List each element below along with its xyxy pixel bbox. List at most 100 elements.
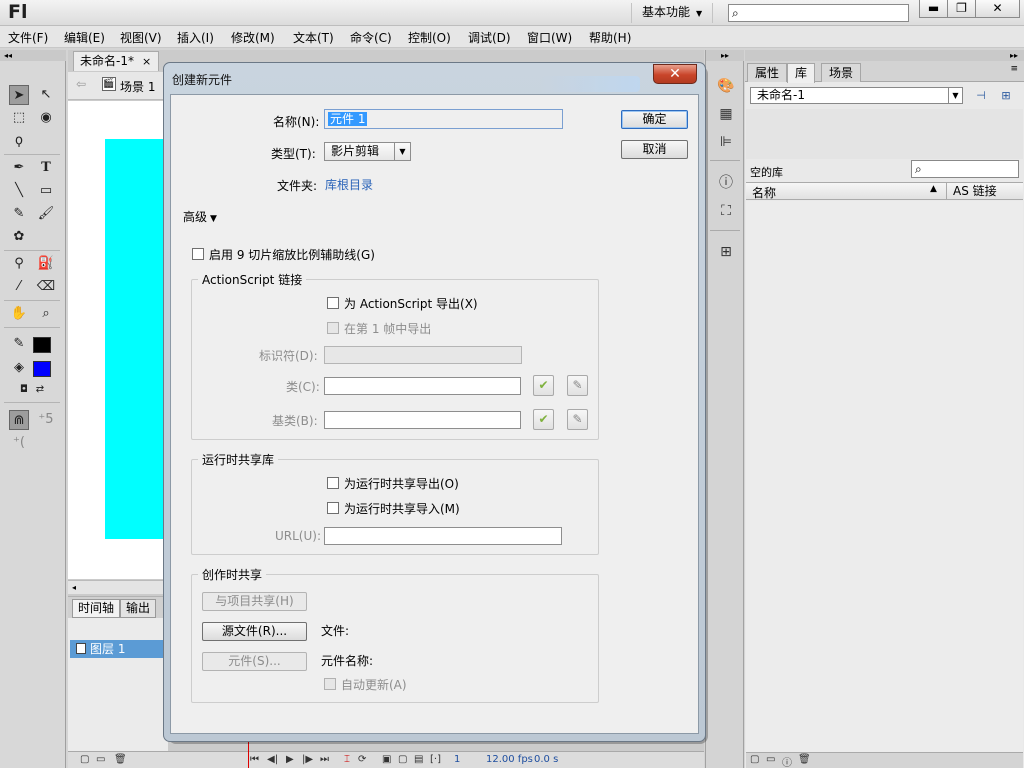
back-arrow-icon[interactable]: ⇦ [76, 77, 86, 91]
help-search-input[interactable]: ⌕ [728, 4, 909, 22]
last-frame-icon[interactable]: ⏭ [320, 754, 329, 765]
menu-modify[interactable]: 修改(M) [231, 29, 275, 46]
panel-menu-icon[interactable]: ≡ [1010, 64, 1018, 74]
onion-markers-icon[interactable]: [·] [430, 754, 441, 765]
menu-text[interactable]: 文本(T) [293, 29, 334, 46]
identifier-input[interactable] [324, 346, 522, 364]
rectangle-tool-icon[interactable]: ▭ [36, 181, 56, 201]
collapse-icon[interactable]: ◂◂ [0, 50, 66, 61]
selection-tool-icon[interactable]: ➤ [9, 85, 29, 105]
center-frame-icon[interactable]: ⌶ [344, 754, 350, 765]
next-frame-icon[interactable]: |▶ [302, 754, 313, 765]
scale9-checkbox[interactable] [192, 248, 204, 260]
validate-base-class-check-icon[interactable]: ✔ [533, 409, 554, 430]
pin-library-icon[interactable]: ⊣ [972, 87, 990, 105]
runtime-export-checkbox[interactable] [327, 477, 339, 489]
new-layer-icon[interactable]: ▢ [80, 754, 89, 765]
swap-colors-icon[interactable]: ⇄ [30, 380, 50, 400]
ok-button[interactable]: 确定 [621, 110, 688, 129]
panel-collapse-icon[interactable]: ▸▸ [745, 50, 1024, 61]
fill-color-swatch[interactable] [33, 361, 51, 377]
minimize-button[interactable]: ▬ [919, 0, 948, 18]
advanced-toggle[interactable]: 高级 ▼ [183, 208, 217, 225]
play-icon[interactable]: ▶ [286, 754, 294, 765]
3d-rotation-tool-icon[interactable]: ◉ [36, 108, 56, 128]
menu-insert[interactable]: 插入(I) [177, 29, 214, 46]
pen-tool-icon[interactable]: ✒ [9, 158, 29, 178]
layer-row[interactable]: 图层 1 [70, 640, 168, 658]
hand-tool-icon[interactable]: ✋ [9, 304, 29, 324]
pencil-tool-icon[interactable]: ✎ [9, 204, 29, 224]
runtime-import-checkbox[interactable] [327, 502, 339, 514]
zoom-tool-icon[interactable]: ⌕ [36, 304, 56, 324]
menu-window[interactable]: 窗口(W) [527, 29, 572, 46]
url-input[interactable] [324, 527, 562, 545]
align-panel-icon[interactable]: ⊫ [716, 132, 736, 152]
menu-help[interactable]: 帮助(H) [589, 29, 631, 46]
base-class-input[interactable] [324, 411, 521, 429]
transform-panel-icon[interactable]: ⛶ [716, 201, 736, 221]
export-actionscript-checkbox[interactable] [327, 297, 339, 309]
first-frame-icon[interactable]: ⏮ [250, 754, 259, 765]
cancel-button[interactable]: 取消 [621, 140, 688, 159]
menu-control[interactable]: 控制(O) [408, 29, 451, 46]
symbol-button[interactable]: 元件(S)... [202, 652, 307, 671]
new-folder-icon[interactable]: ▭ [96, 754, 105, 765]
tab-output[interactable]: 输出 [120, 599, 157, 618]
column-name[interactable]: 名称 [752, 184, 776, 201]
onion-skin-icon[interactable]: ▣ [382, 754, 391, 765]
paint-bucket-tool-icon[interactable]: ⛽ [36, 254, 56, 274]
properties-icon[interactable]: ⓘ [782, 754, 792, 768]
symbol-type-select[interactable]: 影片剪辑 ▼ [324, 142, 411, 161]
close-tab-icon[interactable]: × [142, 55, 151, 68]
text-tool-icon[interactable]: T [36, 158, 56, 178]
tab-scene[interactable]: 场景 [821, 63, 862, 82]
library-document-select[interactable]: 未命名-1 ▼ [750, 87, 963, 104]
stage-rectangle-shape[interactable] [105, 139, 168, 539]
deco-tool-icon[interactable]: ✿ [9, 227, 29, 247]
prev-frame-icon[interactable]: ◀| [267, 754, 278, 765]
eraser-tool-icon[interactable]: ⌫ [36, 277, 56, 297]
library-list[interactable] [746, 201, 1023, 752]
edit-base-class-pencil-icon[interactable]: ✎ [567, 409, 588, 430]
frame-rate[interactable]: 12.00 fps [486, 754, 533, 765]
smooth-icon[interactable]: ⁺5 [36, 410, 56, 430]
menu-file[interactable]: 文件(F) [8, 29, 48, 46]
current-frame[interactable]: 1 [454, 754, 460, 765]
edit-class-pencil-icon[interactable]: ✎ [567, 375, 588, 396]
library-search-input[interactable]: ⌕ [911, 160, 1019, 178]
source-file-button[interactable]: 源文件(R)... [202, 622, 307, 641]
close-window-button[interactable]: ✕ [975, 0, 1020, 18]
dialog-close-button[interactable]: ✕ [653, 64, 697, 84]
column-as-linkage[interactable]: AS 链接 [946, 183, 997, 199]
stroke-color-swatch[interactable] [33, 337, 51, 353]
tab-library[interactable]: 库 [787, 63, 816, 83]
menu-commands[interactable]: 命令(C) [350, 29, 392, 46]
swatches-panel-icon[interactable]: ▦ [716, 104, 736, 124]
menu-view[interactable]: 视图(V) [120, 29, 162, 46]
line-tool-icon[interactable]: ╲ [9, 181, 29, 201]
folder-link[interactable]: 库根目录 [325, 176, 373, 193]
tab-timeline[interactable]: 时间轴 [72, 599, 121, 618]
lasso-tool-icon[interactable]: ϙ [9, 131, 29, 151]
free-transform-tool-icon[interactable]: ⬚ [9, 108, 29, 128]
workspace-switcher[interactable]: 基本功能 ▼ [631, 3, 713, 23]
maximize-button[interactable]: ❐ [947, 0, 976, 18]
new-symbol-icon[interactable]: ▢ [750, 754, 759, 765]
onion-outline-icon[interactable]: ▢ [398, 754, 407, 765]
straighten-icon[interactable]: ⁺( [9, 433, 29, 453]
delete-layer-icon[interactable]: 🗑 [114, 754, 127, 765]
loop-icon[interactable]: ⟳ [358, 754, 366, 765]
color-panel-icon[interactable]: 🎨 [716, 76, 736, 96]
delete-icon[interactable]: 🗑 [798, 754, 811, 765]
stage-horizontal-scrollbar[interactable]: ◂ [68, 580, 168, 594]
new-library-panel-icon[interactable]: ⊞ [997, 87, 1015, 105]
share-with-project-button[interactable]: 与项目共享(H) [202, 592, 307, 611]
class-input[interactable] [324, 377, 521, 395]
validate-class-check-icon[interactable]: ✔ [533, 375, 554, 396]
expand-icon[interactable]: ▸▸ [706, 50, 744, 61]
bone-tool-icon[interactable]: ⚲ [9, 254, 29, 274]
eyedropper-tool-icon[interactable]: ⁄ [9, 277, 29, 297]
snap-to-objects-icon[interactable]: ⋒ [9, 410, 29, 430]
edit-multiple-frames-icon[interactable]: ▤ [414, 754, 423, 765]
